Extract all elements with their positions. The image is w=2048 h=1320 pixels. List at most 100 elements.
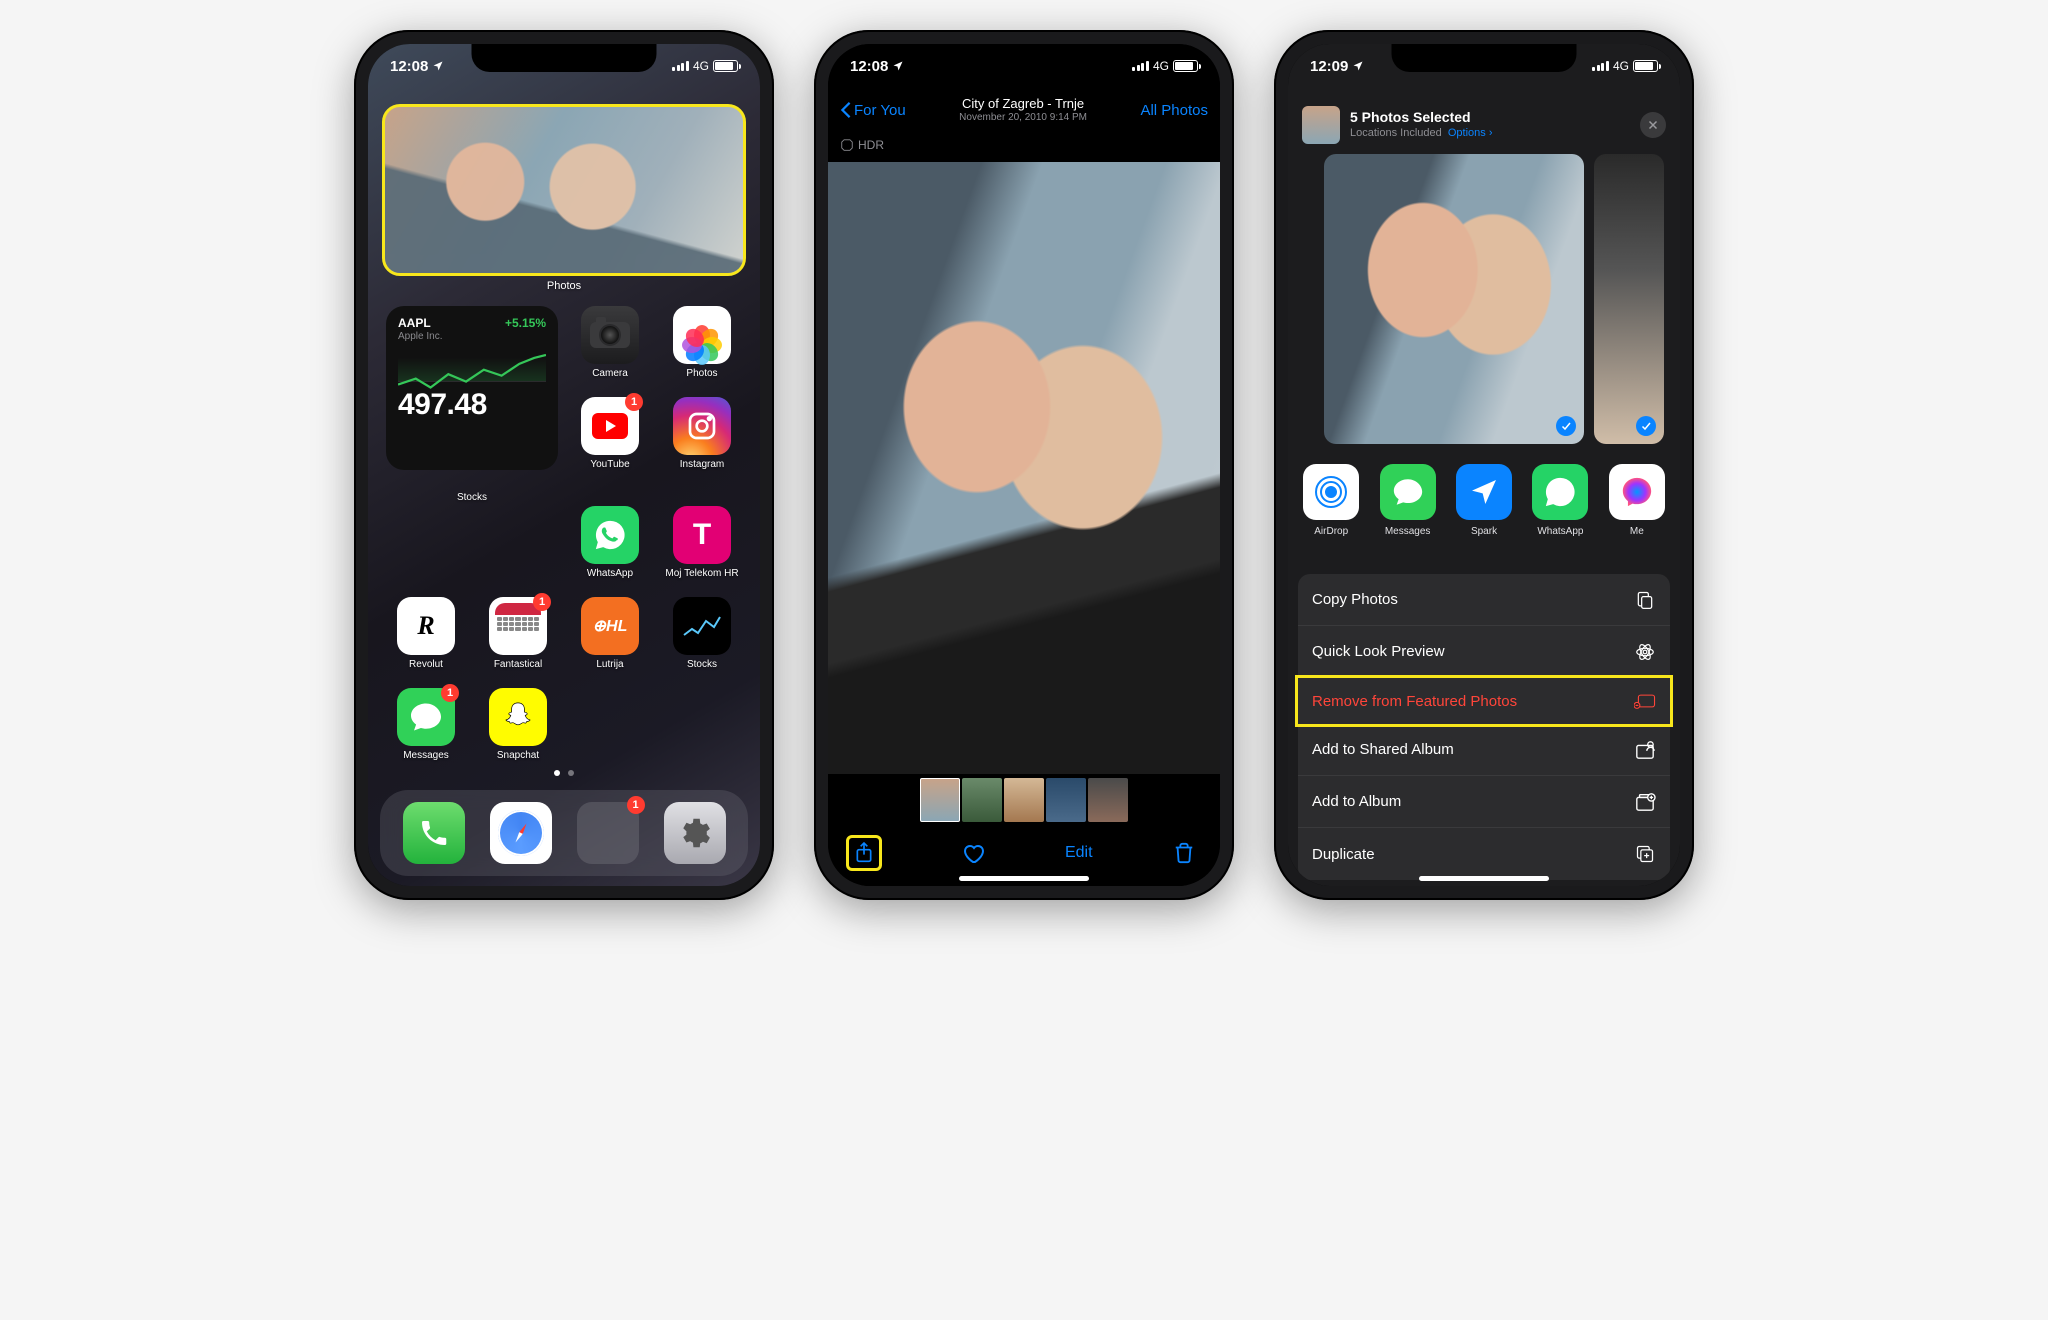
instagram-icon	[673, 397, 731, 455]
phone-3-share-sheet: 12:09 4G 5 Photos Selected Locations Inc…	[1274, 30, 1694, 900]
youtube-icon: 1	[581, 397, 639, 455]
nav-title: City of Zagreb - Trnje November 20, 2010…	[959, 96, 1087, 124]
app-label: Me	[1630, 526, 1644, 537]
camera-icon	[581, 306, 639, 364]
badge: 1	[441, 684, 459, 702]
share-target-airdrop[interactable]: AirDrop	[1302, 464, 1360, 537]
share-target-messages[interactable]: Messages	[1378, 464, 1436, 537]
app-label: Messages	[1385, 526, 1431, 537]
app-snapchat[interactable]: Snapchat	[478, 688, 558, 761]
airdrop-icon	[1303, 464, 1359, 520]
hdr-badge: HDR	[840, 138, 884, 152]
share-target-messenger[interactable]: Me	[1608, 464, 1666, 537]
all-photos-button[interactable]: All Photos	[1140, 102, 1208, 119]
battery-icon	[713, 60, 738, 72]
share-target-whatsapp[interactable]: WhatsApp	[1531, 464, 1589, 537]
app-fantastical[interactable]: 1 Fantastical	[478, 597, 558, 670]
action-remove-featured[interactable]: Remove from Featured Photos	[1295, 675, 1673, 727]
photo-viewer[interactable]	[828, 162, 1220, 774]
back-label: For You	[854, 102, 906, 119]
remove-featured-icon	[1634, 690, 1656, 712]
clock-label: 12:09	[1310, 58, 1348, 75]
duplicate-icon	[1634, 843, 1656, 865]
header-thumbnail	[1302, 106, 1340, 144]
messenger-icon	[1609, 464, 1665, 520]
app-youtube[interactable]: 1 YouTube	[570, 397, 650, 470]
favorite-button[interactable]	[955, 835, 991, 871]
stocks-ticker: AAPL	[398, 316, 431, 330]
app-lutrija[interactable]: ⊕HL Lutrija	[570, 597, 650, 670]
check-icon	[1556, 416, 1576, 436]
app-revolut[interactable]: R Revolut	[386, 597, 466, 670]
action-add-shared-album[interactable]: Add to Shared Album	[1298, 724, 1670, 776]
app-camera[interactable]: Camera	[570, 306, 650, 379]
photos-icon	[673, 306, 731, 364]
stocks-label: Stocks	[386, 492, 558, 503]
thumbnail[interactable]	[920, 778, 960, 822]
app-label: Stocks	[687, 659, 717, 670]
signal-icon	[672, 61, 689, 71]
messages-icon	[1380, 464, 1436, 520]
messages-icon: 1	[397, 688, 455, 746]
badge: 1	[625, 393, 643, 411]
action-duplicate[interactable]: Duplicate	[1298, 828, 1670, 880]
photos-widget[interactable]	[382, 104, 746, 276]
edit-button[interactable]: Edit	[1065, 835, 1093, 871]
delete-button[interactable]	[1166, 835, 1202, 871]
dock-folder[interactable]: 1	[577, 802, 639, 864]
thumbnail[interactable]	[962, 778, 1002, 822]
clock-label: 12:08	[850, 58, 888, 75]
dock-phone[interactable]	[403, 802, 465, 864]
app-label: Moj Telekom HR	[665, 568, 738, 579]
app-whatsapp[interactable]: WhatsApp	[570, 506, 650, 579]
action-quick-look[interactable]: Quick Look Preview	[1298, 626, 1670, 678]
thumbnail[interactable]	[1088, 778, 1128, 822]
stocks-icon	[673, 597, 731, 655]
dock: 1	[380, 790, 748, 876]
thumbnail[interactable]	[1046, 778, 1086, 822]
quicklook-icon	[1634, 641, 1656, 663]
phone-1-homescreen: 12:08 4G Photos AAPL +5.15%	[354, 30, 774, 900]
page-indicator[interactable]	[368, 770, 760, 776]
thumbnail-strip[interactable]	[828, 778, 1220, 822]
app-messages[interactable]: 1 Messages	[386, 688, 466, 761]
shared-album-icon	[1634, 739, 1656, 761]
badge: 1	[533, 593, 551, 611]
app-telekom[interactable]: T Moj Telekom HR	[662, 506, 742, 579]
fantastical-icon: 1	[489, 597, 547, 655]
app-photos[interactable]: Photos	[662, 306, 742, 379]
stocks-widget[interactable]: AAPL +5.15% Apple Inc. 497.48	[386, 306, 558, 470]
app-label: Photos	[686, 368, 717, 379]
clock-label: 12:08	[390, 58, 428, 75]
action-add-album[interactable]: Add to Album	[1298, 776, 1670, 828]
telekom-icon: T	[673, 506, 731, 564]
app-label: Fantastical	[494, 659, 542, 670]
network-label: 4G	[1153, 59, 1169, 73]
action-copy-photos[interactable]: Copy Photos	[1298, 574, 1670, 626]
dock-settings[interactable]	[664, 802, 726, 864]
dock-safari[interactable]	[490, 802, 552, 864]
app-label: WhatsApp	[1537, 526, 1583, 537]
location-icon	[892, 60, 904, 72]
share-title: 5 Photos Selected	[1350, 109, 1630, 127]
app-label: Revolut	[409, 659, 443, 670]
phone-2-photos-detail: 12:08 4G For You City of Zagreb - Trnje …	[814, 30, 1234, 900]
preview-photo-1[interactable]	[1324, 154, 1584, 444]
battery-icon	[1173, 60, 1198, 72]
thumbnail[interactable]	[1004, 778, 1044, 822]
location-icon	[432, 60, 444, 72]
share-target-spark[interactable]: Spark	[1455, 464, 1513, 537]
signal-icon	[1132, 61, 1149, 71]
signal-icon	[1592, 61, 1609, 71]
app-stocks-small[interactable]: Stocks	[662, 597, 742, 670]
app-instagram[interactable]: Instagram	[662, 397, 742, 470]
home-indicator[interactable]	[959, 876, 1089, 881]
share-button[interactable]	[846, 835, 882, 871]
app-label: Instagram	[680, 459, 724, 470]
back-button[interactable]: For You	[840, 101, 906, 119]
stocks-pct: +5.15%	[505, 316, 546, 330]
close-button[interactable]	[1640, 112, 1666, 138]
home-indicator[interactable]	[1419, 876, 1549, 881]
options-link[interactable]: Options ›	[1448, 127, 1493, 139]
preview-photo-2[interactable]	[1594, 154, 1664, 444]
